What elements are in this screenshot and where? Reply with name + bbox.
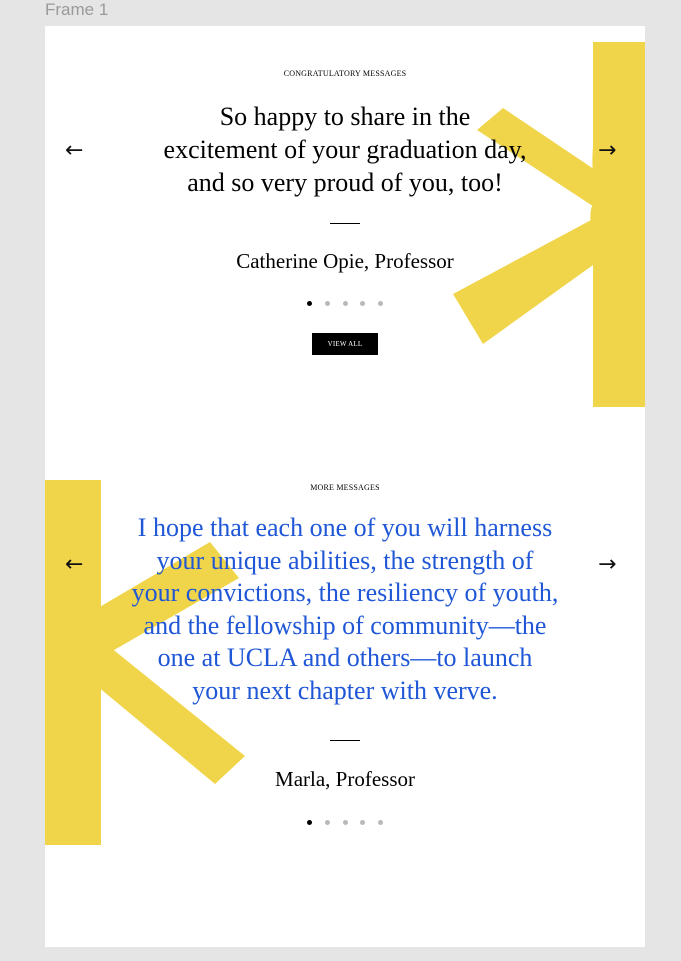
congrats-quote: So happy to share in the excitement of y… <box>135 100 555 199</box>
carousel-dot-3[interactable] <box>342 819 348 825</box>
arrow-left-icon[interactable]: ← <box>65 554 83 576</box>
carousel-dots <box>307 818 383 826</box>
quote-line: I hope that each one of you will harness <box>137 513 553 542</box>
quote-line: one at UCLA and others—to launch <box>157 643 533 673</box>
quote-line: excitement of your graduation day, <box>163 135 527 164</box>
carousel-dot-1[interactable] <box>307 300 312 306</box>
quote-author: Catherine Opie, Professor <box>236 249 454 273</box>
quote-line: and so very proud of you, too! <box>187 168 503 197</box>
arrow-left-icon[interactable]: ← <box>65 140 83 162</box>
quote-line: So happy to share in the <box>219 102 471 131</box>
quote-line: your unique abilities, the strength of <box>156 545 534 575</box>
quote-divider <box>330 223 360 224</box>
carousel-dot-4[interactable] <box>360 819 366 825</box>
more-quote: I hope that each one of you will harness… <box>100 512 590 708</box>
carousel-dot-5[interactable] <box>378 819 383 825</box>
carousel-dot-5[interactable] <box>378 300 383 306</box>
quote-line: your convictions, the resiliency of yout… <box>131 578 559 608</box>
section-eyebrow-more: MORE MESSAGES <box>310 483 380 492</box>
frame: CONGRATULATORY MESSAGES So happy to shar… <box>45 26 645 947</box>
section-eyebrow-congratulatory: CONGRATULATORY MESSAGES <box>283 69 407 78</box>
carousel-dot-4[interactable] <box>360 300 366 306</box>
quote-line: and the fellowship of community—the <box>143 610 547 640</box>
quote-divider <box>330 740 360 741</box>
carousel-dot-2[interactable] <box>324 819 330 825</box>
carousel-dot-3[interactable] <box>342 300 348 306</box>
carousel-dot-1[interactable] <box>307 819 312 825</box>
frame-label: Frame 1 <box>45 0 109 19</box>
quote-author: Marla, Professor <box>275 767 415 791</box>
asterisk-top-right <box>453 42 645 407</box>
carousel-dots <box>307 299 383 307</box>
arrow-right-icon[interactable]: → <box>598 140 616 162</box>
view-all-button[interactable]: VIEW ALL <box>312 333 378 355</box>
arrow-right-icon[interactable]: → <box>598 554 616 576</box>
quote-line: your next chapter with verve. <box>192 675 498 705</box>
carousel-dot-2[interactable] <box>324 300 330 306</box>
